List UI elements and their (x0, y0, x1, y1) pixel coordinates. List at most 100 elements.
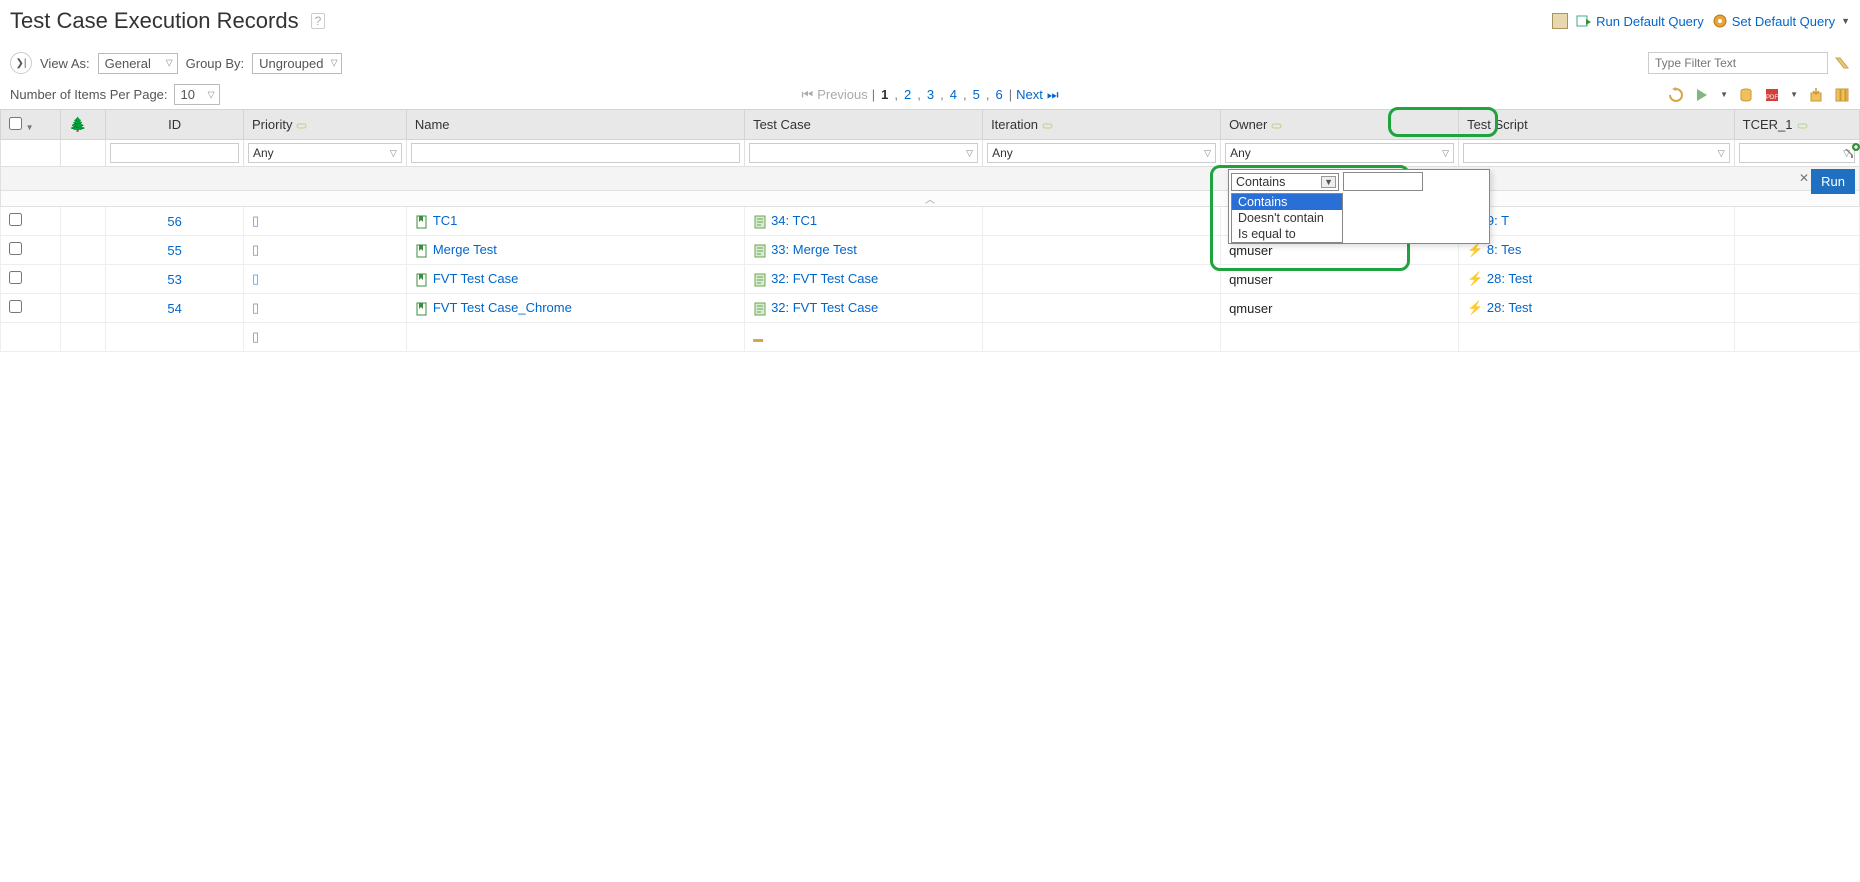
table-row-partial: ▯ ▬ (1, 323, 1860, 352)
row-checkbox[interactable] (9, 271, 22, 284)
testcase-icon (415, 302, 429, 316)
filter-value-input[interactable] (1343, 172, 1423, 191)
run-button[interactable]: Run (1811, 169, 1855, 194)
row-iteration (983, 265, 1221, 294)
col-tree[interactable]: 🌲 (61, 110, 106, 140)
collapse-sidebar-button[interactable]: ❯| (10, 52, 32, 74)
items-per-page-select[interactable]: 10 ▽ (174, 84, 220, 105)
previous-link: Previous (817, 87, 868, 102)
col-iteration[interactable]: Iteration (983, 110, 1221, 140)
row-name[interactable]: FVT Test Case (433, 271, 519, 286)
row-testcase[interactable]: 34: TC1 (771, 213, 817, 228)
col-name[interactable]: Name (406, 110, 744, 140)
filter-id[interactable] (106, 140, 244, 167)
filter-tags-area: ✕ Run (1, 167, 1860, 191)
set-default-query-link[interactable]: Set Default Query ▼ (1712, 13, 1850, 29)
clipboard-icon[interactable] (1552, 13, 1568, 29)
col-owner[interactable]: Owner (1221, 110, 1459, 140)
export-dropdown-arrow[interactable]: ▼ (1790, 90, 1798, 99)
testcase-icon (415, 215, 429, 229)
run-dropdown-arrow[interactable]: ▼ (1720, 90, 1728, 99)
last-page-icon[interactable]: ⏭ (1047, 87, 1059, 103)
run-icon[interactable] (1694, 87, 1710, 103)
table-row[interactable]: 54 ▯ FVT Test Case_Chrome 32: FVT Test C… (1, 294, 1860, 323)
help-icon[interactable]: ? (311, 13, 326, 29)
import-icon[interactable] (1808, 87, 1824, 103)
row-iteration (983, 294, 1221, 323)
run-default-query-link[interactable]: Run Default Query (1576, 13, 1704, 29)
col-priority[interactable]: Priority (244, 110, 407, 140)
view-as-label: View As: (40, 56, 90, 71)
row-name[interactable]: FVT Test Case_Chrome (433, 300, 572, 315)
accordion-toggle[interactable]: ︿ (1, 191, 1860, 207)
type-filter-input[interactable] (1648, 52, 1828, 74)
filter-tcer1-select[interactable]: ▽ (1739, 143, 1855, 163)
row-id[interactable]: 55 (167, 243, 181, 258)
col-checkbox[interactable]: ▼ (1, 110, 61, 140)
database-icon[interactable] (1738, 87, 1754, 103)
filter-option-is-equal-to[interactable]: Is equal to (1232, 226, 1342, 242)
link-icon (1042, 120, 1053, 131)
table-row[interactable]: 53 ▯ FVT Test Case 32: FVT Test Case qmu… (1, 265, 1860, 294)
row-name[interactable]: TC1 (433, 213, 458, 228)
row-checkbox[interactable] (9, 213, 22, 226)
clear-filter-icon[interactable] (1834, 55, 1850, 71)
filter-iteration-select[interactable]: Any▽ (987, 143, 1216, 163)
col-id[interactable]: ID (106, 110, 244, 140)
filter-option-doesnt-contain[interactable]: Doesn't contain (1232, 210, 1342, 226)
row-script-partial[interactable]: 8: Tes (1487, 242, 1521, 257)
script-icon: ⚡ (1467, 242, 1483, 257)
priority-icon: ▯ (252, 300, 259, 315)
row-script[interactable]: 28: Test (1487, 300, 1532, 315)
filter-name-input[interactable] (411, 143, 740, 163)
row-testcase[interactable]: 32: FVT Test Case (771, 300, 878, 315)
row-id[interactable]: 56 (167, 214, 181, 229)
filter-option-contains[interactable]: Contains (1232, 194, 1342, 210)
priority-icon: ▯ (252, 213, 259, 228)
col-test-case[interactable]: Test Case (745, 110, 983, 140)
filter-testcase-select[interactable]: ▽ (749, 143, 978, 163)
page-3[interactable]: 3 (925, 87, 936, 102)
row-script-partial[interactable]: 9: T (1487, 213, 1509, 228)
col-test-script[interactable]: Test Script (1459, 110, 1735, 140)
row-id[interactable]: 53 (167, 272, 181, 287)
row-testcase[interactable]: 32: FVT Test Case (771, 271, 878, 286)
col-tcer1[interactable]: TCER_1 (1734, 110, 1859, 140)
page-1[interactable]: 1 (879, 87, 890, 102)
testcase-icon (415, 244, 429, 258)
filter-name[interactable] (406, 140, 744, 167)
row-name[interactable]: Merge Test (433, 242, 497, 257)
row-checkbox[interactable] (9, 242, 22, 255)
table-row[interactable]: 56 ▯ TC1 34: TC1 qmuser ⚡ 9: T (1, 207, 1860, 236)
select-all-checkbox[interactable] (9, 117, 22, 130)
page-2[interactable]: 2 (902, 87, 913, 102)
group-by-value: Ungrouped (259, 56, 323, 71)
pdf-icon[interactable]: PDF (1764, 87, 1780, 103)
group-by-select[interactable]: Ungrouped ▽ (252, 53, 342, 74)
filter-owner-select[interactable]: Any▽ (1225, 143, 1454, 163)
add-filter-icon[interactable] (1843, 142, 1860, 160)
view-as-select[interactable]: General ▽ (98, 53, 178, 74)
link-icon (1271, 120, 1282, 131)
page-4[interactable]: 4 (948, 87, 959, 102)
filter-operator-value: Contains (1236, 175, 1285, 189)
row-checkbox[interactable] (9, 300, 22, 313)
filter-priority-select[interactable]: Any▽ (248, 143, 402, 163)
columns-icon[interactable] (1834, 87, 1850, 103)
row-id[interactable]: 54 (167, 301, 181, 316)
page-5[interactable]: 5 (971, 87, 982, 102)
row-testcase[interactable]: 33: Merge Test (771, 242, 857, 257)
refresh-icon[interactable] (1668, 87, 1684, 103)
set-query-icon (1712, 13, 1728, 29)
pager: ⏮ Previous | 1, 2, 3, 4, 5, 6 | Next ⏭ (801, 87, 1058, 103)
table-row[interactable]: 55 ▯ Merge Test 33: Merge Test qmuser ⚡ … (1, 236, 1860, 265)
tree-icon: 🌲 (69, 116, 86, 132)
row-script[interactable]: 28: Test (1487, 271, 1532, 286)
dropdown-arrow-icon: ▽ (166, 58, 173, 69)
filter-operator-select[interactable]: Contains ▼ (1231, 173, 1339, 191)
filter-script-select[interactable]: ▽ (1463, 143, 1730, 163)
filter-id-input[interactable] (110, 143, 239, 163)
next-link[interactable]: Next (1016, 87, 1043, 102)
page-6[interactable]: 6 (993, 87, 1004, 102)
clear-filters-icon[interactable]: ✕ (1799, 171, 1809, 185)
